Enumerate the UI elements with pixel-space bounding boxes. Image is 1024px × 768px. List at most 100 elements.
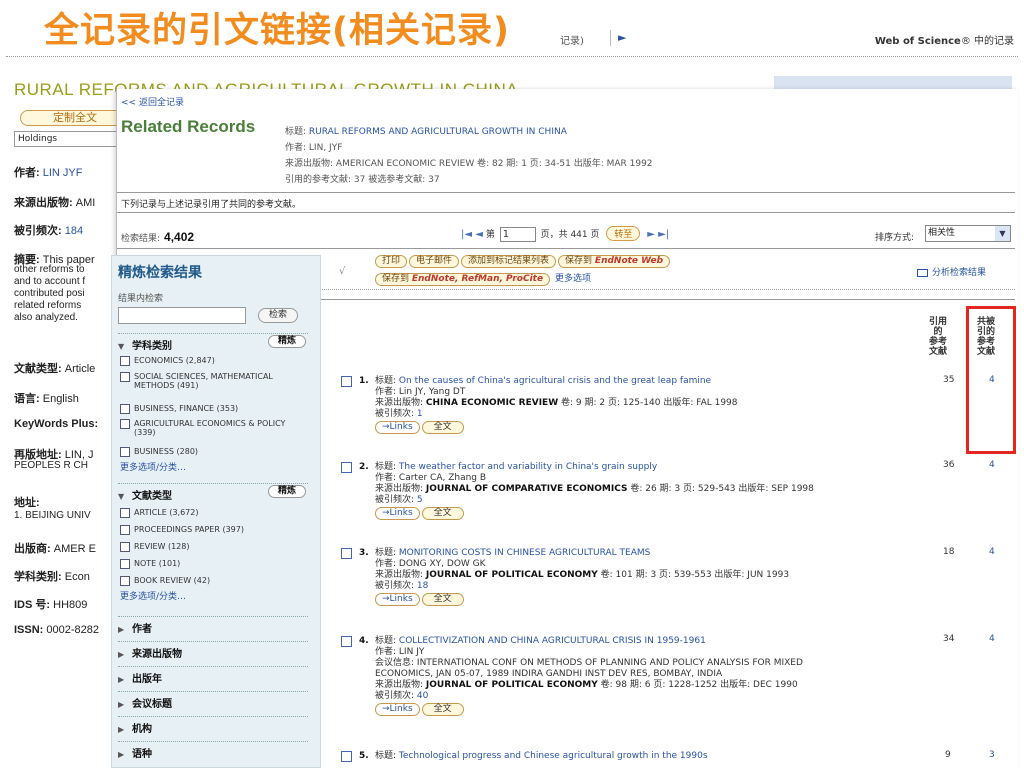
search-within-button[interactable]: 检索 — [258, 308, 299, 323]
record-title-link[interactable]: On the causes of China's agricultural cr… — [399, 376, 711, 386]
chevron-down-icon: ▼ — [995, 226, 1010, 241]
fulltext-button[interactable]: 全文 — [421, 703, 464, 716]
filter-checkbox[interactable] — [120, 372, 130, 382]
times-cited-link[interactable]: 1 — [417, 409, 423, 419]
filter-checkbox[interactable] — [120, 542, 130, 552]
author-field: 作者: LIN JYF — [14, 167, 83, 179]
filter-checkbox[interactable] — [120, 404, 130, 414]
source-title-link[interactable]: RURAL REFORMS AND AGRICULTURAL GROWTH IN… — [309, 127, 567, 137]
author-facet-header[interactable]: ▶ 作者 — [118, 616, 308, 635]
next-last-page-icon[interactable]: ► ►| — [647, 229, 669, 240]
keywords-field: KeyWords Plus: — [14, 418, 99, 430]
custom-fulltext-button[interactable]: 定制全文 — [20, 110, 130, 126]
fulltext-button[interactable]: 全文 — [421, 593, 464, 606]
record-checkbox[interactable] — [341, 636, 352, 647]
shared-refs-count[interactable]: 4 — [989, 460, 995, 470]
triangle-down-icon: ▼ — [118, 492, 125, 501]
source-facet-header[interactable]: ▶ 来源出版物 — [118, 641, 308, 660]
filter-checkbox[interactable] — [120, 356, 130, 366]
pager: |◄ ◄ 第 1 页，共 441 页 转至 ► ►| — [461, 226, 669, 242]
fulltext-button[interactable]: 全文 — [421, 507, 464, 520]
result-record: 2. 标题: The weather factor and variabilit… — [341, 462, 941, 532]
record-number: 1. — [359, 376, 369, 386]
triangle-right-icon: ▶ — [118, 725, 125, 734]
search-within-input[interactable] — [118, 307, 246, 324]
record-title-link[interactable]: The weather factor and variability in Ch… — [399, 462, 657, 472]
institution-facet-header[interactable]: ▶ 机构 — [118, 716, 308, 735]
filter-checkbox[interactable] — [120, 447, 130, 457]
result-record: 1. 标题: On the causes of China's agricult… — [341, 376, 941, 446]
fulltext-button[interactable]: 全文 — [421, 421, 464, 434]
add-marked-list-button[interactable]: 添加到标记结果列表 — [461, 255, 557, 268]
refine-title: 精炼检索结果 — [118, 265, 202, 281]
more-options-link[interactable]: 更多选项 — [555, 274, 591, 284]
shared-refs-note: 下列记录与上述记录引用了共同的参考文献。 — [121, 200, 302, 210]
top-strip-text: 记录) — [560, 36, 584, 47]
links-button[interactable]: →Links — [375, 593, 420, 606]
record-checkbox[interactable] — [341, 548, 352, 559]
cited-refs-count: 35 — [943, 375, 955, 385]
record-number: 2. — [359, 462, 369, 472]
shared-refs-count[interactable]: 4 — [989, 547, 995, 557]
conference-facet-header[interactable]: ▶ 会议标题 — [118, 691, 308, 710]
links-button[interactable]: →Links — [375, 421, 420, 434]
record-number: 3. — [359, 548, 369, 558]
document-type-header[interactable]: ▼ 文献类型 精炼 — [118, 483, 308, 502]
page-title: Related Records — [121, 117, 256, 136]
print-button[interactable]: 打印 — [375, 255, 408, 268]
filter-checkbox[interactable] — [120, 576, 130, 586]
year-facet-header[interactable]: ▶ 出版年 — [118, 666, 308, 685]
more-options-link[interactable]: 更多选项/分类… — [120, 460, 186, 473]
record-title-link[interactable]: Technological progress and Chinese agric… — [399, 751, 708, 761]
cited-refs-count: 18 — [943, 547, 955, 557]
issn-field: ISSN: 0002-8282 — [14, 624, 100, 636]
divider — [117, 212, 1015, 213]
save-endnote-button[interactable]: 保存到 EndNote, RefMan, ProCite — [375, 273, 551, 286]
conference-line: ECONOMICS, JAN 05-07, 1989 INDIRA GANDHI… — [375, 669, 723, 679]
result-record: 5. 标题: Technological progress and Chines… — [341, 751, 941, 765]
record-title-link[interactable]: MONITORING COSTS IN CHINESE AGRICULTURAL… — [399, 548, 650, 558]
source-title-line: 标题: RURAL REFORMS AND AGRICULTURAL GROWT… — [285, 127, 567, 137]
record-checkbox[interactable] — [341, 376, 352, 387]
record-checkbox[interactable] — [341, 751, 352, 762]
go-to-page-button[interactable]: 转至 — [606, 226, 641, 241]
refine-doctype-button[interactable]: 精炼 — [267, 485, 306, 498]
filter-checkbox[interactable] — [120, 559, 130, 569]
save-endnote-web-button[interactable]: 保存到 EndNote Web — [558, 255, 671, 268]
shared-refs-count[interactable]: 4 — [989, 634, 995, 644]
play-arrow-icon[interactable]: ► — [618, 31, 626, 44]
record-checkbox[interactable] — [341, 462, 352, 473]
links-button[interactable]: →Links — [375, 507, 420, 520]
page-number-input[interactable]: 1 — [499, 227, 536, 242]
holdings-select[interactable]: Holdings — [14, 131, 118, 147]
filter-checkbox[interactable] — [120, 508, 130, 518]
filter-checkbox[interactable] — [120, 525, 130, 535]
refine-results-sidebar: 精炼检索结果 结果内检索 检索 ▼ 学科类别 精炼 ECONOMICS (2,847… — [111, 255, 321, 768]
divider — [117, 248, 1015, 249]
shared-refs-count[interactable]: 3 — [989, 750, 995, 760]
times-cited-link[interactable]: 40 — [417, 691, 428, 701]
times-cited-link[interactable]: 18 — [417, 581, 428, 591]
subject-category-header[interactable]: ▼ 学科类别 精炼 — [118, 333, 308, 352]
search-within-label: 结果内检索 — [118, 294, 164, 304]
output-toolbar-2: 保存到 EndNote, RefMan, ProCite 更多选项 — [375, 271, 591, 286]
sort-label: 排序方式: — [875, 233, 915, 243]
shared-refs-count[interactable]: 4 — [989, 375, 995, 385]
refine-subject-button[interactable]: 精炼 — [267, 335, 306, 348]
abstract-line: other reforms to — [14, 264, 85, 275]
times-cited-link[interactable]: 5 — [417, 495, 423, 505]
publisher-field: 出版商: AMER E — [14, 543, 96, 555]
sort-select[interactable]: 相关性 ▼ — [925, 225, 1011, 242]
filter-checkbox[interactable] — [120, 419, 130, 429]
email-button[interactable]: 电子邮件 — [409, 255, 460, 268]
analyze-results-link[interactable]: 分析检索结果 — [917, 265, 986, 278]
record-number: 4. — [359, 636, 369, 646]
record-title-link[interactable]: COLLECTIVIZATION AND CHINA AGRICULTURAL … — [399, 636, 706, 646]
subject-field: 学科类别: Econ — [14, 571, 90, 583]
first-prev-page-icon[interactable]: |◄ ◄ — [461, 229, 483, 240]
more-options-link[interactable]: 更多选项/分类… — [120, 589, 186, 602]
links-button[interactable]: →Links — [375, 703, 420, 716]
back-to-full-record-link[interactable]: << 返回全记录 — [121, 95, 184, 108]
slide-banner-title: 全记录的引文链接(相关记录) — [44, 11, 510, 51]
language-facet-header[interactable]: ▶ 语种 — [118, 741, 308, 760]
